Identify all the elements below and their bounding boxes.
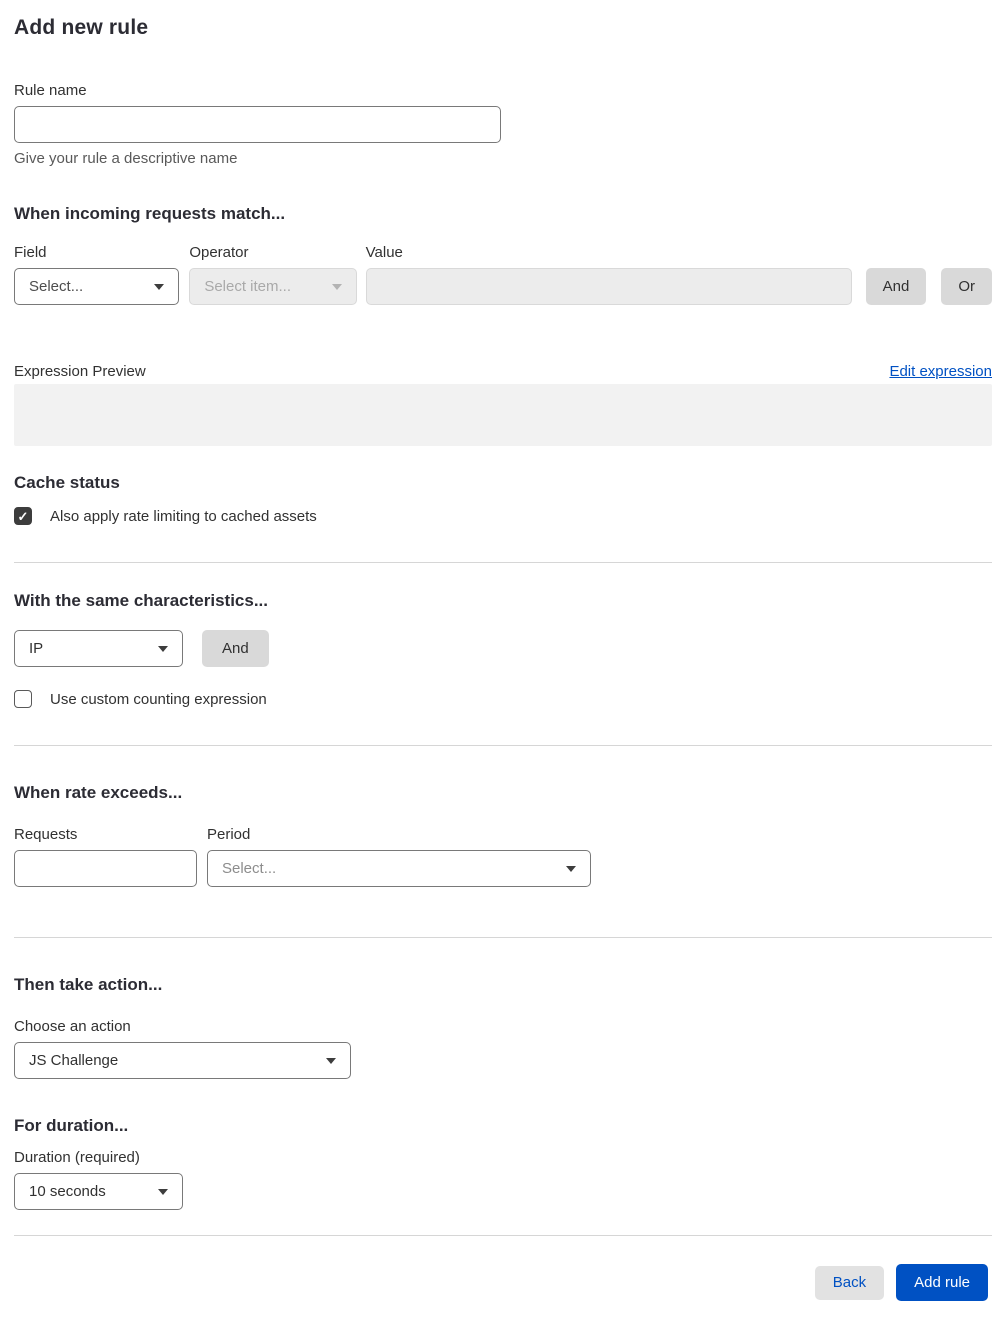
characteristics-and-button[interactable]: And	[202, 630, 269, 667]
duration-group: Duration (required) 10 seconds	[14, 1149, 992, 1210]
requests-label: Requests	[14, 826, 78, 843]
custom-counting-checkbox[interactable]	[14, 690, 32, 708]
match-controls-row: Field Select... Operator Select item... …	[14, 244, 992, 305]
footer-divider	[14, 1235, 992, 1236]
chevron-down-icon	[331, 283, 342, 290]
action-select-value: JS Challenge	[29, 1052, 119, 1069]
duration-label: Duration (required)	[14, 1149, 140, 1166]
and-button[interactable]: And	[865, 268, 927, 305]
rule-name-helper: Give your rule a descriptive name	[14, 150, 238, 167]
requests-input[interactable]	[14, 850, 197, 887]
operator-select: Select item...	[189, 268, 357, 305]
add-rule-button[interactable]: Add rule	[896, 1264, 988, 1301]
edit-expression-link[interactable]: Edit expression	[889, 363, 992, 380]
chevron-down-icon	[326, 1057, 336, 1064]
field-label: Field	[14, 244, 47, 261]
characteristics-controls-row: IP And	[14, 630, 992, 667]
expression-preview-label: Expression Preview	[14, 363, 146, 380]
chevron-down-icon	[158, 645, 168, 652]
operator-label: Operator	[189, 244, 249, 261]
cache-checkbox-row: ✓ Also apply rate limiting to cached ass…	[14, 507, 992, 525]
duration-select[interactable]: 10 seconds	[14, 1173, 183, 1210]
characteristic-select[interactable]: IP	[14, 630, 183, 667]
cache-checkbox[interactable]: ✓	[14, 507, 32, 525]
expression-preview-header: Expression Preview Edit expression	[14, 363, 992, 380]
expression-preview-box	[14, 384, 992, 446]
chevron-down-icon	[158, 1188, 168, 1195]
value-input	[365, 268, 852, 305]
duration-section-heading: For duration...	[14, 1116, 129, 1135]
value-label: Value	[365, 244, 403, 261]
custom-counting-checkbox-label: Use custom counting expression	[50, 690, 267, 708]
action-select[interactable]: JS Challenge	[14, 1042, 351, 1079]
match-section-heading: When incoming requests match...	[14, 204, 286, 223]
check-icon: ✓	[17, 508, 29, 524]
cache-section-heading: Cache status	[14, 473, 120, 492]
period-label: Period	[207, 826, 251, 843]
duration-select-value: 10 seconds	[29, 1183, 106, 1200]
cache-checkbox-label: Also apply rate limiting to cached asset…	[50, 507, 317, 525]
action-section-heading: Then take action...	[14, 975, 163, 994]
rate-section-heading: When rate exceeds...	[14, 783, 183, 802]
characteristic-select-value: IP	[29, 640, 44, 657]
period-select-value: Select...	[222, 860, 277, 877]
rule-name-group: Rule name Give your rule a descriptive n…	[14, 82, 992, 167]
footer-actions: Back Add rule	[14, 1264, 992, 1301]
chevron-down-icon	[566, 865, 576, 872]
add-rule-form: Add new rule Rule name Give your rule a …	[0, 0, 1002, 1301]
rule-name-label: Rule name	[14, 82, 87, 99]
period-select[interactable]: Select...	[207, 850, 591, 887]
or-button[interactable]: Or	[941, 268, 992, 305]
rule-name-input[interactable]	[14, 106, 501, 143]
section-divider	[14, 562, 992, 563]
chevron-down-icon	[154, 283, 165, 290]
field-select-value: Select...	[29, 278, 84, 295]
back-button[interactable]: Back	[814, 1265, 885, 1300]
page-title: Add new rule	[14, 16, 149, 39]
field-select[interactable]: Select...	[14, 268, 180, 305]
operator-select-value: Select item...	[204, 278, 292, 295]
characteristics-section-heading: With the same characteristics...	[14, 591, 269, 610]
custom-counting-checkbox-row: Use custom counting expression	[14, 690, 992, 708]
action-group: Choose an action JS Challenge	[14, 1018, 992, 1079]
rate-controls-row: Requests Period Select...	[14, 826, 992, 887]
section-divider	[14, 745, 992, 746]
action-label: Choose an action	[14, 1018, 131, 1035]
section-divider	[14, 937, 992, 938]
